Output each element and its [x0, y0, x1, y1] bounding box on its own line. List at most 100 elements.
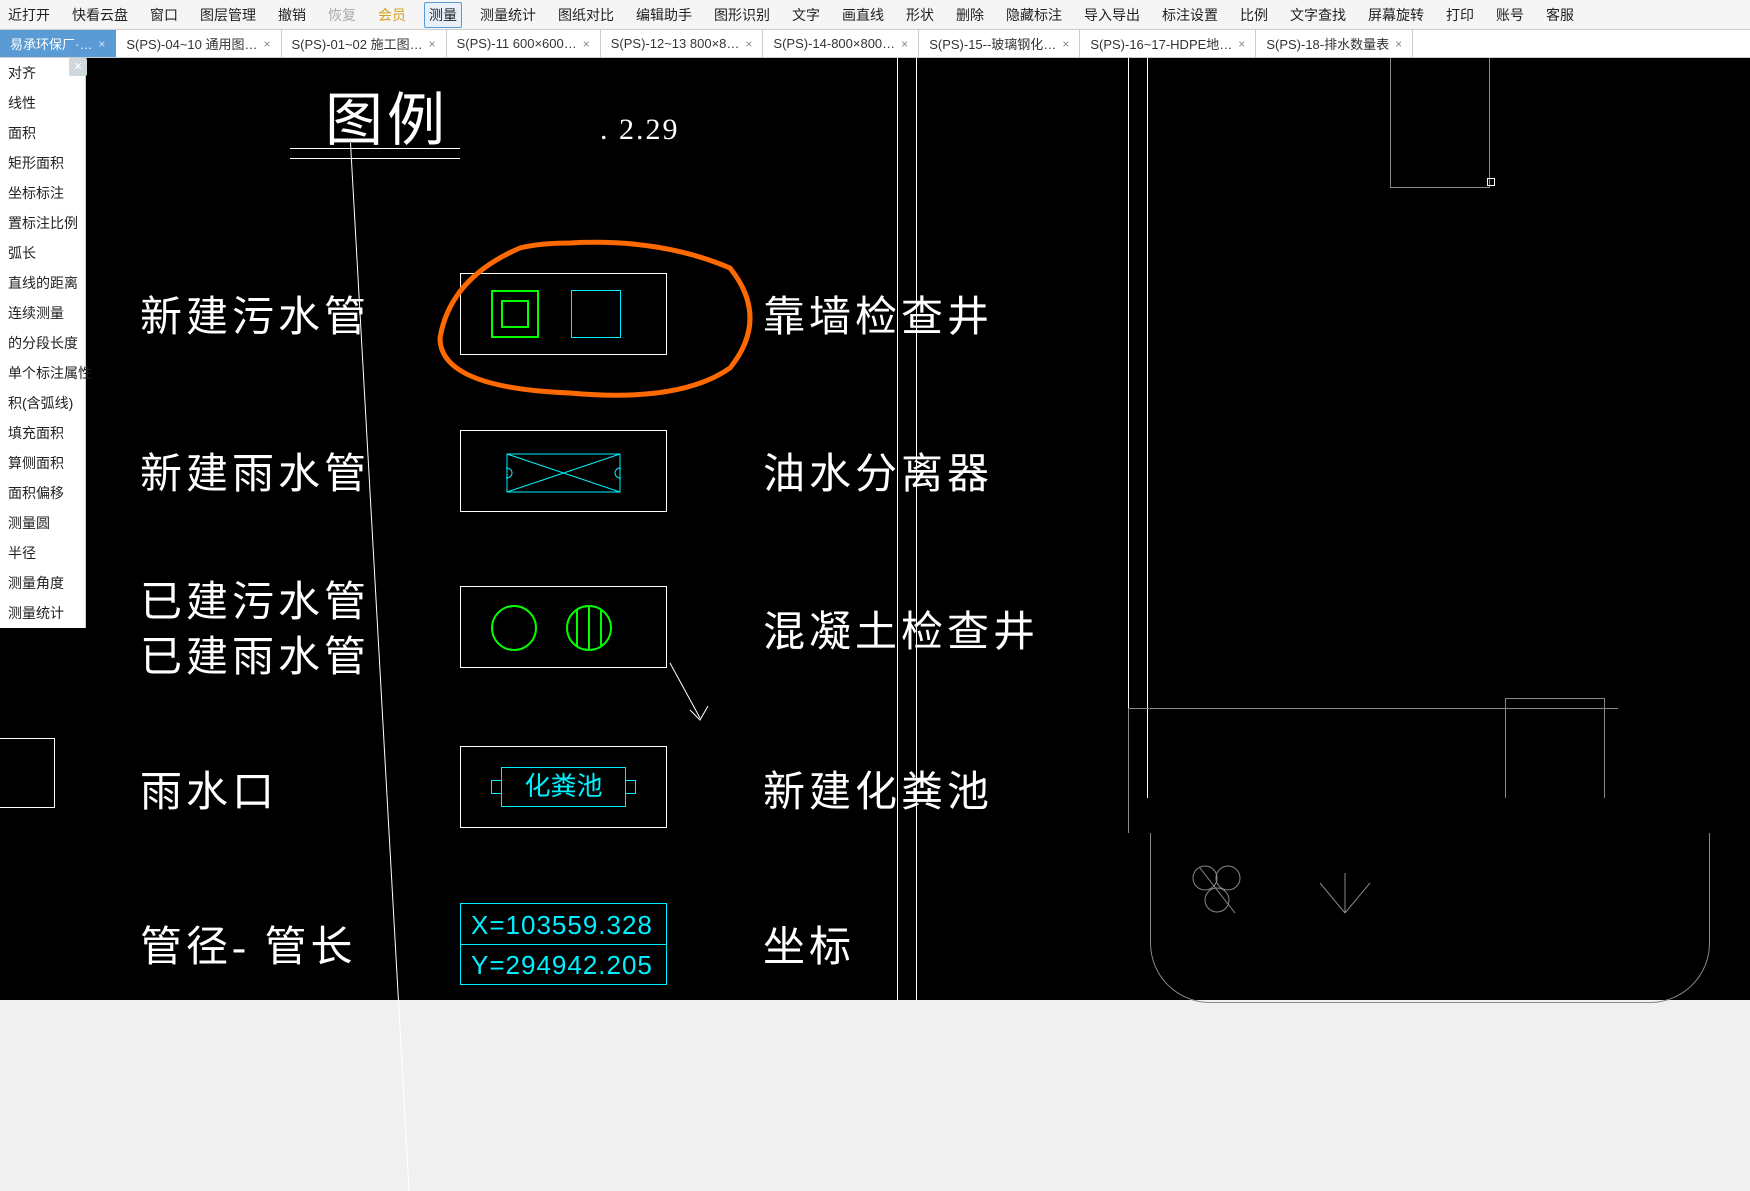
legend-symbol-4: X=103559.328 Y=294942.205 — [460, 903, 667, 985]
close-icon[interactable]: × — [901, 37, 908, 51]
plan-line-3 — [1128, 58, 1129, 798]
sidebar-item-测量圆[interactable]: 测量圆 — [0, 508, 85, 538]
legend-row-2-right: 混凝土检查井 — [763, 598, 1039, 659]
toolbar-文字查找[interactable]: 文字查找 — [1286, 3, 1350, 27]
toolbar-画直线[interactable]: 画直线 — [838, 3, 888, 27]
file-tab-2[interactable]: S(PS)-01~02 施工图… × — [282, 30, 447, 57]
sidebar-item-单个标注属性[interactable]: 单个标注属性 — [0, 358, 85, 388]
toolbar-图层管理[interactable]: 图层管理 — [196, 3, 260, 27]
close-icon[interactable]: × — [745, 37, 752, 51]
file-tab-label: S(PS)-01~02 施工图… — [292, 34, 423, 53]
sidebar-item-线性[interactable]: 线性 — [0, 88, 85, 118]
sidebar-item-置标注比例[interactable]: 置标注比例 — [0, 208, 85, 238]
sidebar-item-坐标标注[interactable]: 坐标标注 — [0, 178, 85, 208]
sidebar-item-测量角度[interactable]: 测量角度 — [0, 568, 85, 598]
legend-symbol-1 — [460, 430, 667, 512]
legend-note: . 2.29 — [600, 113, 680, 147]
close-icon[interactable]: × — [98, 37, 105, 51]
sidebar-item-面积偏移[interactable]: 面积偏移 — [0, 478, 85, 508]
toolbar-近打开[interactable]: 近打开 — [4, 3, 54, 27]
freehand-annotation — [410, 218, 780, 418]
file-tab-6[interactable]: S(PS)-15--玻璃钢化… × — [919, 30, 1080, 57]
close-icon[interactable]: × — [1238, 37, 1245, 51]
sidebar-item-直线的距离[interactable]: 直线的距离 — [0, 268, 85, 298]
main-toolbar: 近打开快看云盘窗口图层管理撤销恢复会员测量测量统计图纸对比编辑助手图形识别文字画… — [0, 0, 1750, 30]
toolbar-恢复[interactable]: 恢复 — [324, 3, 360, 27]
legend-symbol-3: 化粪池 — [460, 746, 667, 828]
tab-left — [491, 780, 501, 794]
sidebar-item-算侧面积[interactable]: 算侧面积 — [0, 448, 85, 478]
sidebar-item-弧长[interactable]: 弧长 — [0, 238, 85, 268]
toolbar-标注设置[interactable]: 标注设置 — [1158, 3, 1222, 27]
legend-underline-1 — [290, 148, 460, 149]
toolbar-屏幕旋转[interactable]: 屏幕旋转 — [1364, 3, 1428, 27]
file-tab-label: S(PS)-18-排水数量表 — [1266, 34, 1389, 53]
legend-symbol-2 — [460, 586, 667, 668]
close-icon[interactable]: × — [1062, 37, 1069, 51]
arrow-down-icon — [660, 658, 720, 738]
close-icon[interactable]: × — [1395, 37, 1402, 51]
coord-x: X=103559.328 — [471, 910, 653, 941]
plan-glyph-circle-cluster — [1180, 858, 1260, 928]
sidebar-item-的分段长度[interactable]: 的分段长度 — [0, 328, 85, 358]
file-tab-label: S(PS)-04~10 通用图… — [126, 34, 257, 53]
file-tab-label: S(PS)-12~13 800×8… — [611, 36, 740, 51]
file-tab-5[interactable]: S(PS)-14-800×800…× — [763, 30, 919, 57]
toolbar-快看云盘[interactable]: 快看云盘 — [68, 3, 132, 27]
toolbar-窗口[interactable]: 窗口 — [146, 3, 182, 27]
file-tab-1[interactable]: S(PS)-04~10 通用图… × — [116, 30, 281, 57]
toolbar-比例[interactable]: 比例 — [1236, 3, 1272, 27]
toolbar-导入导出[interactable]: 导入导出 — [1080, 3, 1144, 27]
sidebar-item-测量统计[interactable]: 测量统计 — [0, 598, 85, 628]
toolbar-撤销[interactable]: 撤销 — [274, 3, 310, 27]
legend-row-1-left: 新建雨水管 — [140, 440, 370, 501]
file-tab-3[interactable]: S(PS)-11 600×600… × — [447, 30, 601, 57]
sidebar-item-面积[interactable]: 面积 — [0, 118, 85, 148]
toolbar-图形识别[interactable]: 图形识别 — [710, 3, 774, 27]
file-tabstrip: 易承环保厂·…×S(PS)-04~10 通用图…×S(PS)-01~02 施工图… — [0, 30, 1750, 58]
legend-row-3-right: 新建化粪池 — [763, 758, 993, 819]
legend-row-2-left: 已建污水管 — [140, 568, 370, 629]
septic-tank-box: 化粪池 — [501, 767, 626, 807]
drawing-canvas[interactable]: 图例 . 2.29 新建污水管 靠墙检查井 新建雨水管 油水分离器 已建污水管 … — [0, 58, 1750, 1000]
sidebar-close-button[interactable]: ✕ — [69, 58, 87, 76]
toolbar-图纸对比[interactable]: 图纸对比 — [554, 3, 618, 27]
plan-glyph-arrow — [1300, 868, 1390, 928]
file-tab-label: S(PS)-16~17-HDPE地… — [1090, 34, 1232, 53]
toolbar-测量统计[interactable]: 测量统计 — [476, 3, 540, 27]
file-tab-label: S(PS)-11 600×600… — [457, 36, 577, 51]
legend-row-4-right: 坐标 — [763, 913, 855, 974]
file-tab-8[interactable]: S(PS)-18-排水数量表 × — [1256, 30, 1413, 57]
toolbar-编辑助手[interactable]: 编辑助手 — [632, 3, 696, 27]
toolbar-客服[interactable]: 客服 — [1542, 3, 1578, 27]
septic-tank-label: 化粪池 — [524, 772, 602, 801]
file-tab-label: S(PS)-15--玻璃钢化… — [929, 34, 1056, 53]
toolbar-形状[interactable]: 形状 — [902, 3, 938, 27]
legend-row-1-right: 油水分离器 — [763, 440, 993, 501]
toolbar-账号[interactable]: 账号 — [1492, 3, 1528, 27]
sidebar-item-半径[interactable]: 半径 — [0, 538, 85, 568]
sidebar-item-积(含弧线)[interactable]: 积(含弧线) — [0, 388, 85, 418]
toolbar-测量[interactable]: 测量 — [424, 2, 462, 28]
legend-row-0-left: 新建污水管 — [140, 283, 370, 344]
toolbar-文字[interactable]: 文字 — [788, 3, 824, 27]
close-icon[interactable]: × — [263, 37, 270, 51]
legend-underline-2 — [290, 158, 460, 159]
close-icon[interactable]: × — [583, 37, 590, 51]
close-icon[interactable]: × — [429, 37, 436, 51]
file-tab-0[interactable]: 易承环保厂·…× — [0, 30, 116, 57]
file-tab-7[interactable]: S(PS)-16~17-HDPE地… × — [1080, 30, 1256, 57]
toolbar-删除[interactable]: 删除 — [952, 3, 988, 27]
toolbar-会员[interactable]: 会员 — [374, 3, 410, 27]
sidebar-item-填充面积[interactable]: 填充面积 — [0, 418, 85, 448]
legend-row-4-left: 管径- 管长 — [140, 913, 357, 974]
file-tab-4[interactable]: S(PS)-12~13 800×8… × — [601, 30, 764, 57]
toolbar-打印[interactable]: 打印 — [1442, 3, 1478, 27]
plan-node-1 — [1487, 178, 1495, 186]
plan-line-1 — [897, 58, 898, 1000]
sidebar-item-矩形面积[interactable]: 矩形面积 — [0, 148, 85, 178]
coord-y: Y=294942.205 — [471, 950, 653, 981]
bowtie-icon — [506, 453, 621, 493]
toolbar-隐藏标注[interactable]: 隐藏标注 — [1002, 3, 1066, 27]
sidebar-item-连续测量[interactable]: 连续测量 — [0, 298, 85, 328]
